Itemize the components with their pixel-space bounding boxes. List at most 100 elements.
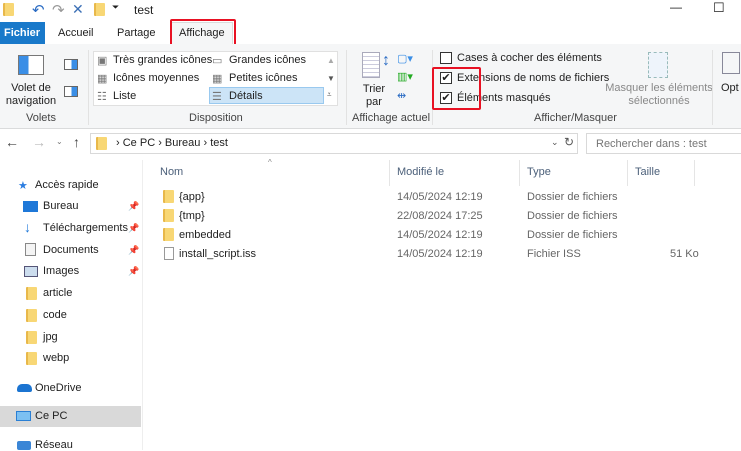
recent-dropdown-icon[interactable]: ⌄ [56,137,63,146]
breadcrumb: › Ce PC › Bureau › test [116,137,228,149]
forward-button[interactable]: → [32,134,46,150]
delete-icon[interactable]: ✕ [72,1,84,18]
sidebar-item-code[interactable]: code [43,309,67,321]
group-by-icon[interactable]: ▢▾ [397,52,413,65]
small-icons-icon: ▦ [212,73,223,85]
details-pane-icon[interactable] [64,86,78,97]
sidebar-item-images[interactable]: Images [43,265,79,277]
column-header-taille[interactable]: Taille [628,160,695,186]
layout-list[interactable]: Liste [113,90,136,102]
folder-icon [163,209,174,222]
sidebar-item-telechargements[interactable]: Téléchargements [43,222,128,234]
expand-gallery-icon[interactable]: ⩡ [327,90,332,100]
sidebar-item-bureau[interactable]: Bureau [43,200,78,212]
folder-icon[interactable] [94,3,105,16]
file-icon [164,247,174,260]
size-columns-icon[interactable]: ⇹ [397,89,406,102]
folder-icon [163,190,174,203]
folder-icon [26,287,37,300]
up-button[interactable]: ↑ [73,134,80,150]
sidebar-item-webp[interactable]: webp [43,352,69,364]
sidebar-item-reseau[interactable]: Réseau [35,439,73,451]
tab-accueil[interactable]: Accueil [58,27,93,39]
images-icon [24,266,38,277]
hide-selected-button[interactable]: Masquer les éléments sélectionnés [604,82,714,108]
file-name: {app} [179,191,205,203]
pin-icon[interactable]: 📌 [128,223,139,234]
layout-extra-large[interactable]: Très grandes icônes [113,54,212,66]
minimize-button[interactable]: — [670,0,682,14]
column-header-nom[interactable]: Nom [155,160,390,186]
sidebar-item-onedrive[interactable]: OneDrive [35,382,81,394]
column-header-modifie[interactable]: Modifié le [390,160,520,186]
scroll-down-icon[interactable]: ▼ [327,74,335,83]
item-checkboxes-label: Cases à cocher des éléments [457,52,602,64]
column-header-type[interactable]: Type [520,160,628,186]
item-checkboxes-checkbox[interactable] [440,52,452,64]
preview-pane-icon[interactable] [64,59,78,70]
layout-large[interactable]: Grandes icônes [229,54,306,66]
hide-selected-icon [648,52,668,78]
file-size: 51 Ko [670,248,699,260]
folder-icon [96,137,107,150]
pin-icon[interactable]: 📌 [128,266,139,277]
onedrive-icon [17,384,32,392]
pin-icon[interactable]: 📌 [128,201,139,212]
file-name: embedded [179,229,231,241]
layout-details-selected[interactable] [209,87,324,104]
tab-fichier[interactable]: Fichier [0,22,45,44]
medium-icons-icon: ▦ [97,73,108,85]
layout-details[interactable]: Détails [229,90,263,102]
layout-small[interactable]: Petites icônes [229,72,297,84]
sidebar-item-acces-rapide[interactable]: Accès rapide [35,179,99,191]
options-icon [722,52,740,74]
column-label: Modifié le [397,166,445,178]
sidebar-item-jpg[interactable]: jpg [43,331,58,343]
window-title: test [134,3,154,17]
extra-large-icons-icon: ▣ [97,55,108,67]
refresh-icon[interactable]: ↻ [564,135,574,149]
group-label-volets: Volets [26,112,56,124]
breadcrumb-bureau[interactable]: Bureau [165,137,200,149]
file-type: Dossier de fichiers [527,229,618,241]
customize-dropdown-icon[interactable]: ⏷ [112,2,119,13]
redo-icon[interactable]: ↷ [52,1,65,19]
documents-icon [25,243,36,256]
file-name: {tmp} [179,210,205,222]
column-label: Type [527,166,551,178]
tab-partage[interactable]: Partage [117,27,156,39]
group-label-afficher-masquer: Afficher/Masquer [534,112,617,124]
sort-icon [362,52,380,78]
breadcrumb-test[interactable]: test [210,137,228,149]
file-type: Fichier ISS [527,248,581,260]
sort-by-button[interactable]: Trier par [362,83,386,109]
folder-icon [26,309,37,322]
sidebar-item-article[interactable]: article [43,287,72,299]
desktop-icon [23,201,38,212]
sort-arrow-icon: ↕ [382,52,390,69]
file-modified: 14/05/2024 12:19 [397,248,483,260]
sidebar-item-documents[interactable]: Documents [43,244,99,256]
navigation-pane-button[interactable]: Volet de navigation [3,82,59,108]
network-icon [17,441,31,450]
options-button[interactable]: Opt [721,82,739,94]
star-icon: ★ [18,180,28,192]
sidebar-item-ce-pc[interactable]: Ce PC [35,410,67,422]
undo-icon[interactable]: ↶ [32,1,45,19]
folder-icon [26,331,37,344]
search-input[interactable] [586,133,741,154]
breadcrumb-ce-pc[interactable]: Ce PC [123,137,155,149]
maximize-button[interactable]: ☐ [713,0,725,16]
address-dropdown-icon[interactable]: ⌄ [551,137,559,148]
add-columns-icon[interactable]: ▥▾ [397,70,413,83]
back-button[interactable]: ← [5,134,19,150]
scroll-up-icon[interactable]: ▲ [327,56,335,65]
group-label-affichage-actuel: Affichage actuel [352,112,431,124]
pin-icon[interactable]: 📌 [128,245,139,256]
group-label-disposition: Disposition [189,112,243,124]
folder-icon [3,3,14,16]
list-icon: ☷ [97,91,107,103]
file-name: install_script.iss [179,248,257,260]
file-modified: 14/05/2024 12:19 [397,191,483,203]
layout-medium[interactable]: Icônes moyennes [113,72,199,84]
